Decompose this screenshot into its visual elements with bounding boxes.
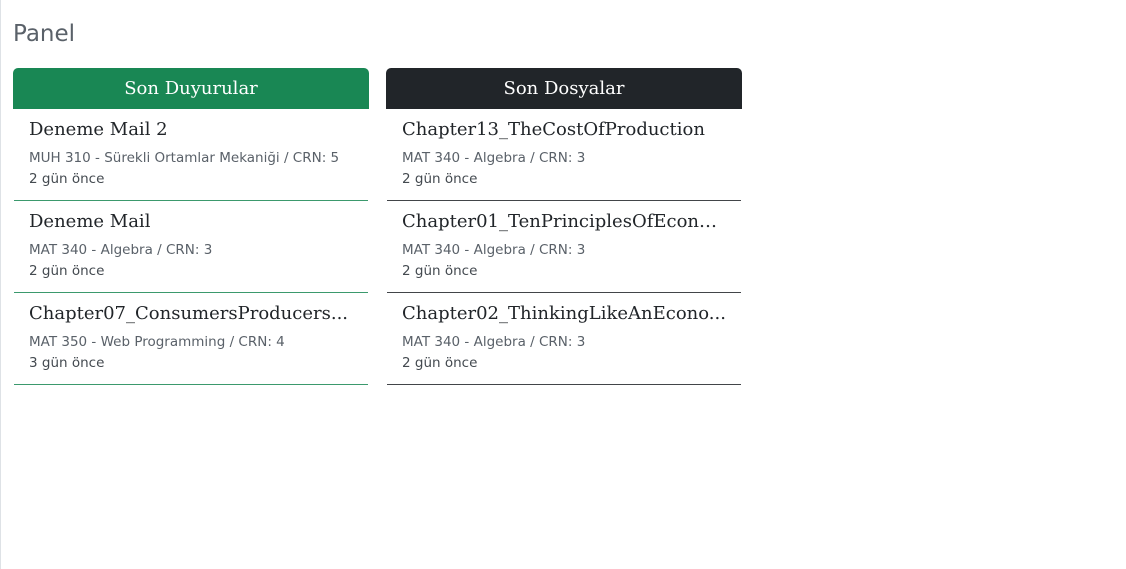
recent-announcements-card: Son Duyurular Deneme Mail 2 MUH 310 - Sü… bbox=[13, 68, 369, 385]
page-title: Panel bbox=[13, 21, 76, 47]
file-title[interactable]: Chapter13_TheCostOfProduction bbox=[402, 118, 726, 142]
announcement-course: MAT 340 - Algebra / CRN: 3 bbox=[29, 242, 213, 258]
recent-announcements-header: Son Duyurular bbox=[13, 68, 369, 109]
announcement-title[interactable]: Chapter07_ConsumersProducers... bbox=[29, 302, 353, 326]
announcement-time: 2 gün önce bbox=[29, 263, 105, 279]
file-time: 2 gün önce bbox=[402, 355, 478, 371]
file-course: MAT 340 - Algebra / CRN: 3 bbox=[402, 242, 586, 258]
recent-files-card: Son Dosyalar Chapter13_TheCostOfProducti… bbox=[386, 68, 742, 385]
file-title[interactable]: Chapter01_TenPrinciplesOfEcono... bbox=[402, 210, 726, 234]
recent-files-header: Son Dosyalar bbox=[386, 68, 742, 109]
announcement-course: MAT 350 - Web Programming / CRN: 4 bbox=[29, 334, 285, 350]
file-item[interactable]: Chapter02_ThinkingLikeAnEcono... MAT 340… bbox=[386, 293, 742, 385]
file-time: 2 gün önce bbox=[402, 171, 478, 187]
left-border bbox=[0, 0, 1, 569]
file-title[interactable]: Chapter02_ThinkingLikeAnEcono... bbox=[402, 302, 726, 326]
announcement-item[interactable]: Deneme Mail 2 MUH 310 - Sürekli Ortamlar… bbox=[13, 109, 369, 201]
announcement-item[interactable]: Deneme Mail MAT 340 - Algebra / CRN: 3 2… bbox=[13, 201, 369, 293]
file-time: 2 gün önce bbox=[402, 263, 478, 279]
announcement-time: 3 gün önce bbox=[29, 355, 105, 371]
file-course: MAT 340 - Algebra / CRN: 3 bbox=[402, 334, 586, 350]
announcement-time: 2 gün önce bbox=[29, 171, 105, 187]
announcement-item[interactable]: Chapter07_ConsumersProducers... MAT 350 … bbox=[13, 293, 369, 385]
announcement-course: MUH 310 - Sürekli Ortamlar Mekaniği / CR… bbox=[29, 150, 340, 166]
announcement-title[interactable]: Deneme Mail bbox=[29, 210, 353, 234]
announcement-title[interactable]: Deneme Mail 2 bbox=[29, 118, 353, 142]
file-course: MAT 340 - Algebra / CRN: 3 bbox=[402, 150, 586, 166]
file-item[interactable]: Chapter13_TheCostOfProduction MAT 340 - … bbox=[386, 109, 742, 201]
file-item[interactable]: Chapter01_TenPrinciplesOfEcono... MAT 34… bbox=[386, 201, 742, 293]
